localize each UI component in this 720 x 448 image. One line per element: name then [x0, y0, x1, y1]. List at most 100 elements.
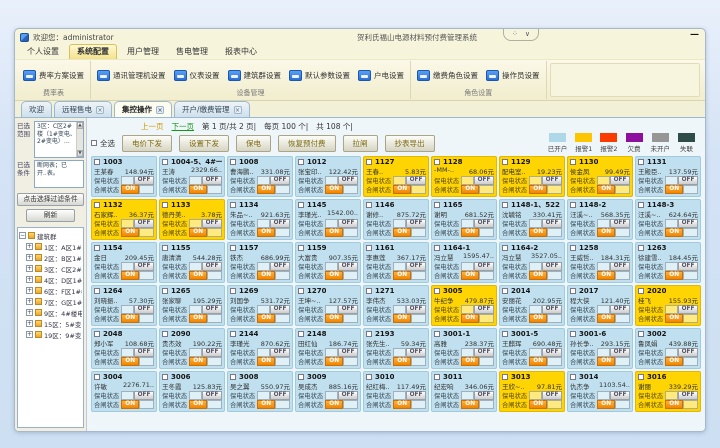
ribbon-button[interactable]: 建筑群设置	[228, 70, 282, 81]
meter-card[interactable]: 1264 刘晓振.. 57.30元 保电状态 OFF 合闸状态 ON	[91, 285, 157, 326]
switch-state-toggle[interactable]: ON	[393, 185, 426, 194]
card-checkbox[interactable]	[162, 159, 168, 165]
meter-card[interactable]: 1146 谢修.. 875.72元 保电状态 OFF 合闸状态 ON	[363, 199, 429, 240]
switch-state-toggle[interactable]: ON	[121, 228, 154, 237]
meter-card[interactable]: 1133 德丹美.. 3.78元 保电状态 OFF 合闸状态 ON	[159, 199, 225, 240]
switch-state-toggle[interactable]: ON	[189, 400, 222, 409]
ribbon-button[interactable]: 费率方案设置	[23, 70, 84, 81]
power-protect-toggle[interactable]: OFF	[665, 305, 698, 314]
minimize-icon[interactable]: —	[690, 30, 699, 40]
switch-state-toggle[interactable]: ON	[257, 185, 290, 194]
meter-card[interactable]: 3002 鲁凤娟 439.88元 保电状态 OFF 合闸状态 ON	[635, 328, 701, 369]
switch-state-toggle[interactable]: ON	[461, 357, 494, 366]
power-protect-toggle[interactable]: OFF	[597, 176, 630, 185]
switch-state-toggle[interactable]: ON	[121, 271, 154, 280]
selected-range-box[interactable]: 3区：C区2#楼（1#变电、2#变电）… ▲ ▼	[34, 121, 84, 158]
power-protect-toggle[interactable]: OFF	[461, 305, 494, 314]
expand-node-icon[interactable]: +	[26, 320, 33, 327]
meter-card[interactable]: 1129 配电室.. 19.23元 保电状态 OFF 合闸状态 ON	[499, 156, 565, 197]
card-checkbox[interactable]	[570, 245, 576, 251]
card-checkbox[interactable]	[298, 159, 304, 165]
switch-state-toggle[interactable]: ON	[461, 400, 494, 409]
card-checkbox[interactable]	[638, 202, 644, 208]
collapse-ribbon-icon[interactable]: ∨	[525, 30, 530, 38]
meter-card[interactable]: 1159 大富贵 907.35元 保电状态 OFF 合闸状态 ON	[295, 242, 361, 283]
switch-state-toggle[interactable]: ON	[461, 271, 494, 280]
switch-state-toggle[interactable]: ON	[597, 271, 630, 280]
tree-item[interactable]: + 15区：5#变电	[19, 318, 82, 329]
tab-close-icon[interactable]: ×	[96, 106, 104, 114]
switch-state-toggle[interactable]: ON	[665, 228, 698, 237]
power-protect-toggle[interactable]: OFF	[393, 176, 426, 185]
switch-state-toggle[interactable]: ON	[393, 228, 426, 237]
meter-card[interactable]: 1148-2 汪溪~.. 568.35元 保电状态 OFF 合闸状态 ON	[567, 199, 633, 240]
switch-state-toggle[interactable]: ON	[325, 314, 358, 323]
document-tab[interactable]: 欢迎	[21, 101, 52, 117]
switch-state-toggle[interactable]: ON	[189, 185, 222, 194]
power-protect-toggle[interactable]: OFF	[597, 262, 630, 271]
card-checkbox[interactable]	[162, 374, 168, 380]
meter-card[interactable]: 2144 李瑾光 870.62元 保电状态 OFF 合闸状态 ON	[227, 328, 293, 369]
meter-card[interactable]: 3001-6 孙长争.. 293.15元 保电状态 OFF 合闸状态 ON	[567, 328, 633, 369]
card-checkbox[interactable]	[366, 288, 372, 294]
meter-card[interactable]: 1012 张宝印.. 122.42元 保电状态 OFF 合闸状态 ON	[295, 156, 361, 197]
card-checkbox[interactable]	[570, 202, 576, 208]
toolbar-button[interactable]: 保电	[236, 135, 271, 152]
expand-node-icon[interactable]: +	[26, 331, 33, 338]
switch-state-toggle[interactable]: ON	[461, 314, 494, 323]
card-checkbox[interactable]	[502, 159, 508, 165]
card-checkbox[interactable]	[162, 288, 168, 294]
document-tab[interactable]: 集控操作 ×	[114, 101, 172, 117]
card-checkbox[interactable]	[230, 288, 236, 294]
prev-page-link[interactable]: 上一页	[141, 121, 164, 132]
power-protect-toggle[interactable]: OFF	[121, 176, 154, 185]
meter-card[interactable]: 2193 张先生.. 59.34元 保电状态 OFF 合闸状态 ON	[363, 328, 429, 369]
power-protect-toggle[interactable]: OFF	[597, 391, 630, 400]
power-protect-toggle[interactable]: OFF	[393, 219, 426, 228]
meter-card[interactable]: 1154 金日 209.45元 保电状态 OFF 合闸状态 ON	[91, 242, 157, 283]
meter-card[interactable]: 2048 郑小军 108.68元 保电状态 OFF 合闸状态 ON	[91, 328, 157, 369]
restore-icon[interactable]: ⁘	[512, 30, 518, 38]
meter-card[interactable]: 1130 侯金凤 99.49元 保电状态 OFF 合闸状态 ON	[567, 156, 633, 197]
menu-item[interactable]: 售电管理	[169, 45, 215, 59]
power-protect-toggle[interactable]: OFF	[257, 262, 290, 271]
switch-state-toggle[interactable]: ON	[393, 357, 426, 366]
next-page-link[interactable]: 下一页	[172, 121, 195, 132]
toolbar-button[interactable]: 设置下发	[179, 135, 229, 152]
card-checkbox[interactable]	[570, 331, 576, 337]
tab-close-icon[interactable]: ×	[156, 106, 164, 114]
switch-state-toggle[interactable]: ON	[325, 271, 358, 280]
meter-card[interactable]: 1128 -MM-.. 68.06元 保电状态 OFF 合闸状态 ON	[431, 156, 497, 197]
card-checkbox[interactable]	[94, 245, 100, 251]
meter-card[interactable]: 3009 吴成杰 885.16元 保电状态 OFF 合闸状态 ON	[295, 371, 361, 412]
switch-state-toggle[interactable]: ON	[257, 357, 290, 366]
power-protect-toggle[interactable]: OFF	[121, 262, 154, 271]
meter-card[interactable]: 2017 程大侠 121.40元 保电状态 OFF 合闸状态 ON	[567, 285, 633, 326]
tree-item[interactable]: + 4区：D区1#楼	[19, 274, 82, 285]
meter-card[interactable]: 1269 刘国争 531.72元 保电状态 OFF 合闸状态 ON	[227, 285, 293, 326]
power-protect-toggle[interactable]: OFF	[257, 176, 290, 185]
menu-item[interactable]: 个人设置	[20, 45, 66, 59]
switch-state-toggle[interactable]: ON	[529, 314, 562, 323]
toolbar-button[interactable]: 抄表导出	[385, 135, 435, 152]
ribbon-button[interactable]: 户电设置	[358, 70, 404, 81]
power-protect-toggle[interactable]: OFF	[189, 305, 222, 314]
meter-card[interactable]: 1004-5、4#一 王涛 2329.66.. 保电状态 OFF 合闸状态 ON	[159, 156, 225, 197]
meter-card[interactable]: 1155 唐清清 544.28元 保电状态 OFF 合闸状态 ON	[159, 242, 225, 283]
tree-item[interactable]: + 7区：G区1#楼	[19, 296, 82, 307]
power-protect-toggle[interactable]: OFF	[461, 348, 494, 357]
switch-state-toggle[interactable]: ON	[393, 400, 426, 409]
scroll-down-icon[interactable]: ▼	[77, 150, 83, 157]
meter-card[interactable]: 3014 仇杰争 1103.54.. 保电状态 OFF 合闸状态 ON	[567, 371, 633, 412]
choose-filter-button[interactable]: 点击选择过滤条件	[17, 193, 84, 206]
power-protect-toggle[interactable]: OFF	[461, 262, 494, 271]
card-checkbox[interactable]	[434, 202, 440, 208]
ribbon-button[interactable]: 仪表设置	[174, 70, 220, 81]
meter-card[interactable]: 3013 王欣~.. 97.81元 保电状态 OFF 合闸状态 ON	[499, 371, 565, 412]
select-all[interactable]: 全选	[91, 138, 115, 149]
switch-state-toggle[interactable]: ON	[325, 400, 358, 409]
power-protect-toggle[interactable]: OFF	[529, 348, 562, 357]
power-protect-toggle[interactable]: OFF	[257, 219, 290, 228]
power-protect-toggle[interactable]: OFF	[529, 391, 562, 400]
switch-state-toggle[interactable]: ON	[597, 185, 630, 194]
